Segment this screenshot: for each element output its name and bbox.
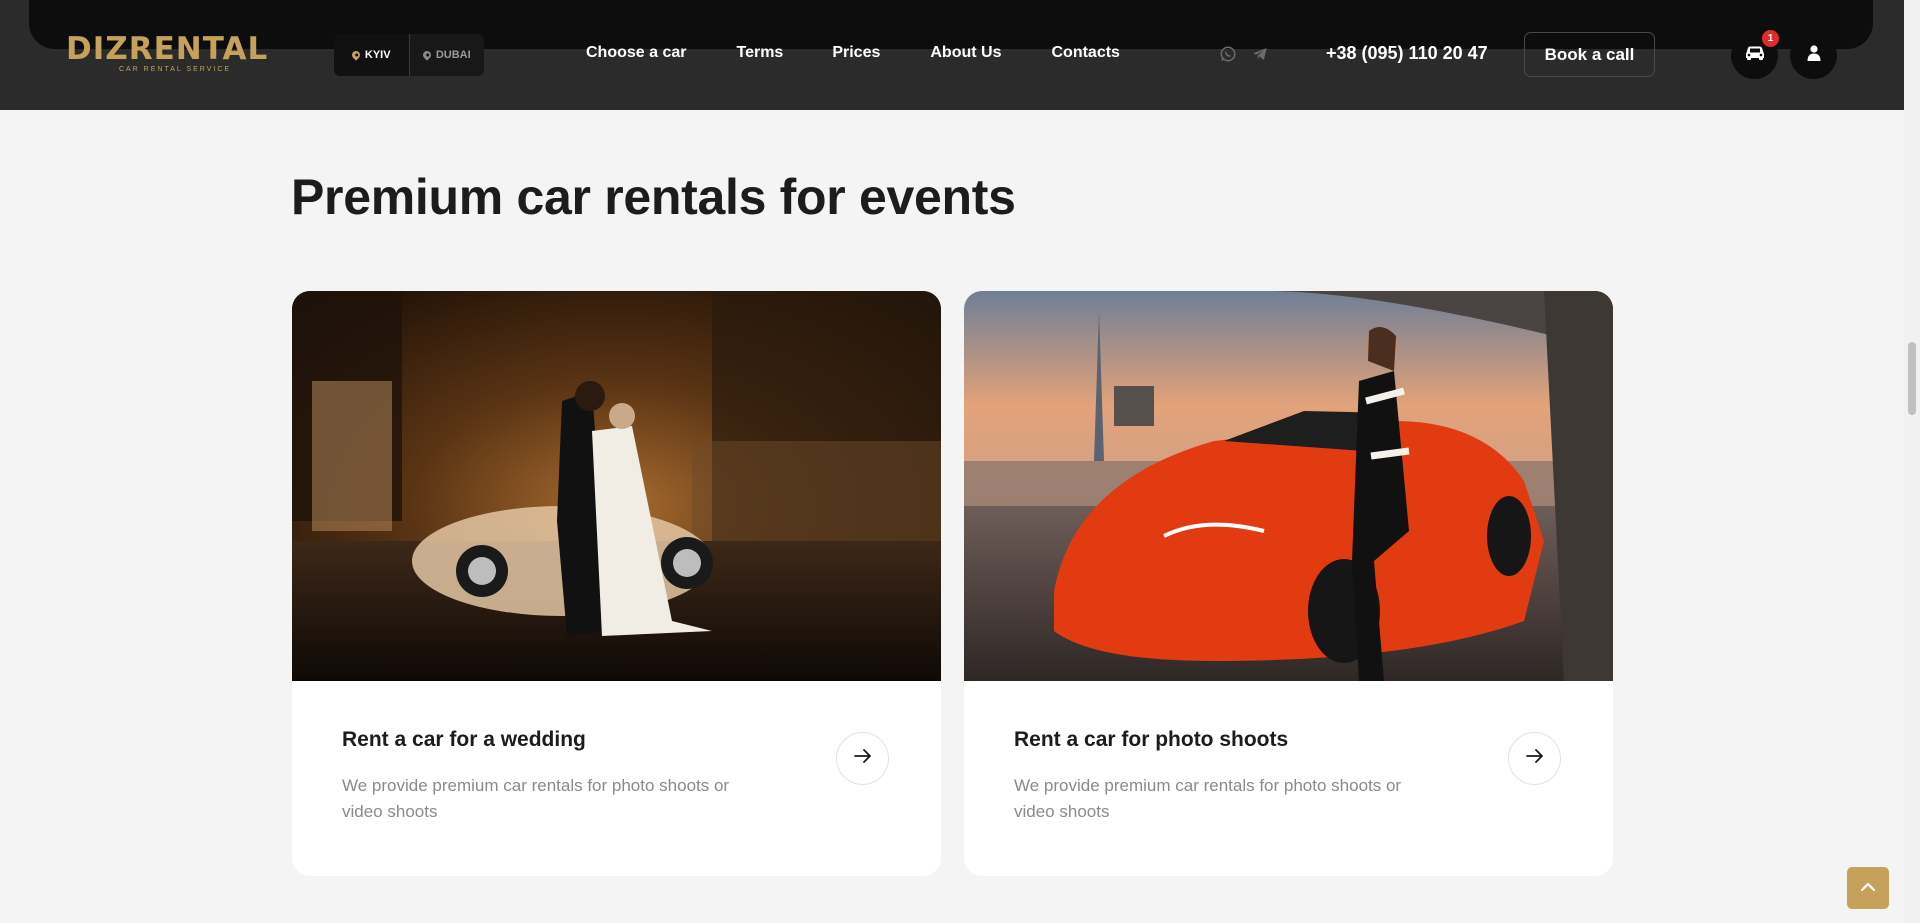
location-pin-icon: [421, 49, 433, 61]
main-nav: Choose a car Terms Prices About Us Conta…: [586, 44, 1170, 62]
location-pin-icon: [350, 49, 362, 61]
social-links: [1218, 44, 1269, 63]
card-arrow-button[interactable]: [1508, 732, 1561, 785]
page-scrollbar[interactable]: [1904, 0, 1920, 923]
card-title[interactable]: Rent a car for a wedding: [342, 728, 586, 752]
card-title[interactable]: Rent a car for photo shoots: [1014, 728, 1288, 752]
city-switcher: KYIV DUBAI: [334, 34, 484, 76]
nav-prices[interactable]: Prices: [832, 44, 880, 62]
car-icon: [1744, 45, 1766, 66]
city-dubai[interactable]: DUBAI: [408, 34, 484, 76]
event-card-wedding[interactable]: Rent a car for a wedding We provide prem…: [292, 291, 941, 876]
telegram-icon[interactable]: [1250, 44, 1269, 63]
city-label: KYIV: [364, 49, 391, 61]
cart-count-badge: 1: [1762, 30, 1779, 47]
whatsapp-icon[interactable]: [1218, 44, 1237, 63]
logo-tagline: CAR RENTAL SERVICE: [118, 66, 232, 73]
photoshoot-image: [964, 291, 1613, 681]
nav-contacts[interactable]: Contacts: [1051, 44, 1119, 62]
card-arrow-button[interactable]: [836, 732, 889, 785]
nav-terms[interactable]: Terms: [736, 44, 783, 62]
nav-about-us[interactable]: About Us: [930, 44, 1001, 62]
card-description: We provide premium car rentals for photo…: [342, 776, 730, 821]
arrow-right-icon: [1525, 749, 1544, 768]
city-label: DUBAI: [435, 49, 471, 61]
wedding-image: [292, 291, 941, 681]
nav-choose-car[interactable]: Choose a car: [586, 44, 686, 62]
scroll-to-top-button[interactable]: [1847, 867, 1889, 909]
user-icon: [1807, 45, 1821, 66]
scrollbar-thumb[interactable]: [1908, 342, 1916, 415]
logo-text: DIZRENTAL: [66, 31, 269, 67]
phone-number[interactable]: +38 (095) 110 20 47: [1326, 43, 1488, 64]
city-kyiv[interactable]: KYIV: [334, 34, 409, 76]
site-header: DIZRENTAL CAR RENTAL SERVICE KYIV DUBAI …: [0, 0, 1904, 110]
arrow-right-icon: [853, 749, 872, 768]
book-call-button[interactable]: Book a call: [1524, 32, 1655, 77]
section-title: Premium car rentals for events: [291, 169, 1016, 225]
account-button[interactable]: [1790, 32, 1837, 79]
event-card-photoshoot[interactable]: Rent a car for photo shoots We provide p…: [964, 291, 1613, 876]
card-description: We provide premium car rentals for photo…: [1014, 776, 1402, 821]
logo[interactable]: DIZRENTAL CAR RENTAL SERVICE: [66, 34, 270, 76]
chevron-up-icon: [1860, 879, 1876, 897]
